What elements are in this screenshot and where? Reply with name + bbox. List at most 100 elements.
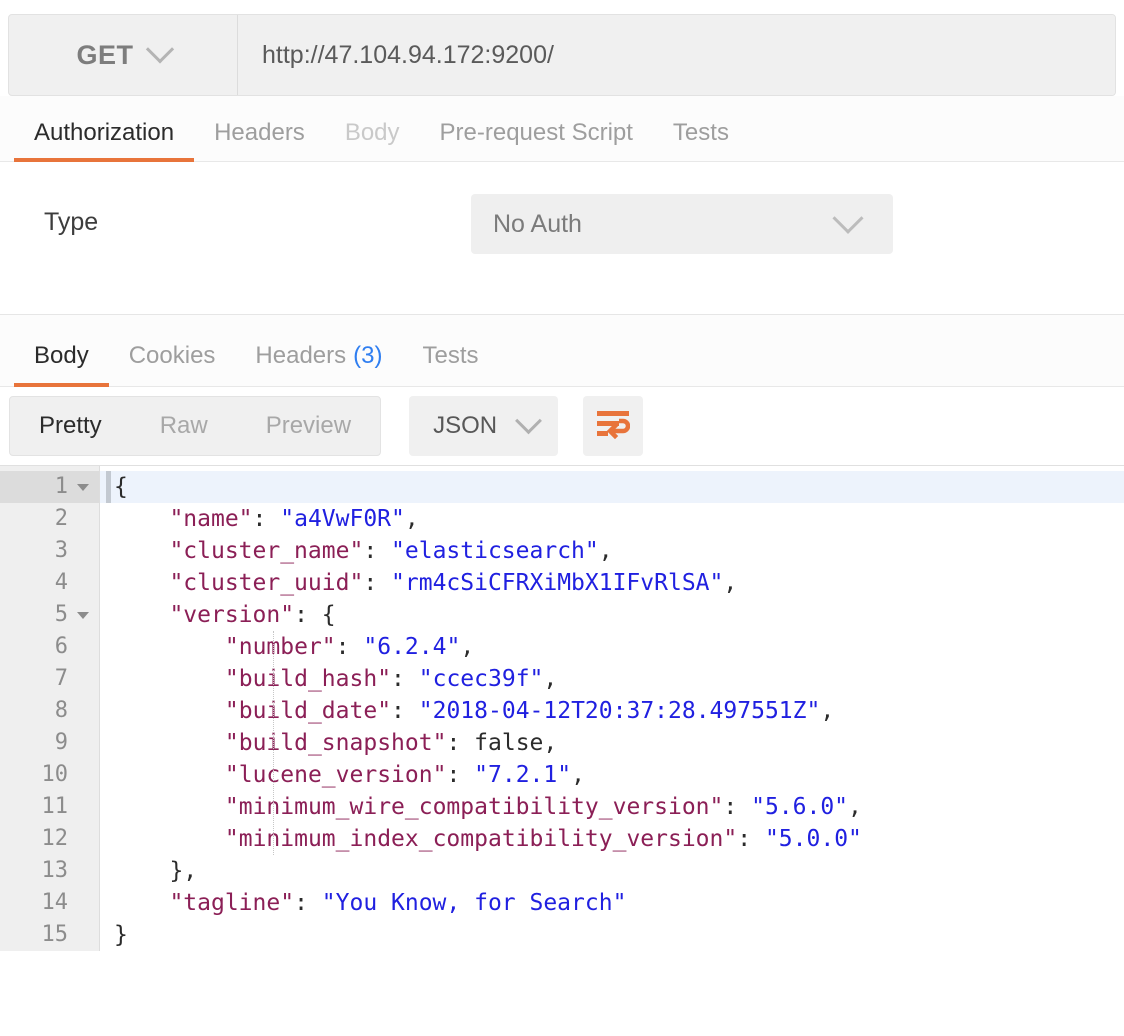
view-mode-preview[interactable]: Preview xyxy=(237,397,380,455)
response-tab-tests[interactable]: Tests xyxy=(402,342,498,386)
word-wrap-icon xyxy=(596,409,630,444)
line-number: 14 xyxy=(0,887,99,919)
response-format-select[interactable]: JSON xyxy=(409,396,558,456)
code-line: "cluster_name": "elasticsearch", xyxy=(100,535,1124,567)
line-number: 4 xyxy=(0,567,99,599)
line-number-text: 7 xyxy=(55,663,68,695)
tab-pre-request-script[interactable]: Pre-request Script xyxy=(420,119,653,161)
fold-placeholder xyxy=(77,804,89,811)
code-line: "cluster_uuid": "rm4cSiCFRXiMbX1IFvRlSA"… xyxy=(100,567,1124,599)
tab-tests-label: Tests xyxy=(673,119,729,146)
view-mode-segmented-control: Pretty Raw Preview xyxy=(9,396,381,456)
response-tabs: Body Cookies Headers (3) Tests xyxy=(0,315,1124,387)
line-number: 1 xyxy=(0,471,99,503)
line-number-text: 6 xyxy=(55,631,68,663)
line-number-text: 9 xyxy=(55,727,68,759)
fold-placeholder xyxy=(77,772,89,779)
tab-headers-label: Headers xyxy=(214,119,305,146)
code-line: "tagline": "You Know, for Search" xyxy=(100,887,1124,919)
code-content[interactable]: { "name": "a4VwF0R", "cluster_name": "el… xyxy=(100,466,1124,951)
tab-body-label: Body xyxy=(345,119,400,146)
response-tab-body-label: Body xyxy=(34,342,89,369)
chevron-down-icon xyxy=(515,407,542,434)
auth-type-value: No Auth xyxy=(493,210,837,239)
code-line: }, xyxy=(100,855,1124,887)
request-tabs: Authorization Headers Body Pre-request S… xyxy=(0,96,1124,162)
authorization-panel: Type No Auth xyxy=(0,162,1124,315)
line-number: 2 xyxy=(0,503,99,535)
fold-placeholder xyxy=(77,548,89,555)
line-number-text: 3 xyxy=(55,535,68,567)
code-line: "build_hash": "ccec39f", xyxy=(100,663,1124,695)
code-line: "build_date": "2018-04-12T20:37:28.49755… xyxy=(100,695,1124,727)
fold-placeholder xyxy=(77,644,89,651)
auth-type-select[interactable]: No Auth xyxy=(471,194,893,254)
response-tab-headers-label: Headers xyxy=(255,342,346,369)
code-line: "lucene_version": "7.2.1", xyxy=(100,759,1124,791)
line-number: 3 xyxy=(0,535,99,567)
fold-placeholder xyxy=(77,708,89,715)
tab-authorization[interactable]: Authorization xyxy=(14,119,194,161)
fold-placeholder xyxy=(77,580,89,587)
request-url-bar: GET http://47.104.94.172:9200/ xyxy=(0,0,1124,96)
line-number: 15 xyxy=(0,919,99,951)
line-number: 5 xyxy=(0,599,99,631)
line-number: 9 xyxy=(0,727,99,759)
url-text: http://47.104.94.172:9200/ xyxy=(262,41,554,70)
fold-placeholder xyxy=(77,740,89,747)
line-number-text: 4 xyxy=(55,567,68,599)
tab-pre-request-script-label: Pre-request Script xyxy=(440,119,633,146)
line-number: 8 xyxy=(0,695,99,727)
auth-type-label: Type xyxy=(44,208,98,237)
line-number-text: 1 xyxy=(55,471,68,503)
line-number-gutter: 1 2 3 4 5 6 7 8 9 10 11 12 13 14 15 xyxy=(0,466,100,951)
tab-authorization-label: Authorization xyxy=(34,119,174,146)
fold-triangle-icon[interactable] xyxy=(77,484,89,491)
response-tab-cookies[interactable]: Cookies xyxy=(109,342,236,386)
response-tab-cookies-label: Cookies xyxy=(129,342,216,369)
view-mode-pretty[interactable]: Pretty xyxy=(10,397,131,455)
fold-placeholder xyxy=(77,516,89,523)
response-body-toolbar: Pretty Raw Preview JSON xyxy=(0,387,1124,465)
view-mode-raw[interactable]: Raw xyxy=(131,397,237,455)
fold-placeholder xyxy=(77,900,89,907)
tab-headers[interactable]: Headers xyxy=(194,119,325,161)
headers-count-badge: (3) xyxy=(353,342,382,369)
word-wrap-toggle[interactable] xyxy=(583,396,643,456)
code-line: "version": { xyxy=(100,599,1124,631)
code-line: "minimum_index_compatibility_version": "… xyxy=(100,823,1124,855)
fold-placeholder xyxy=(77,868,89,875)
response-tab-tests-label: Tests xyxy=(422,342,478,369)
line-number-text: 8 xyxy=(55,695,68,727)
url-input[interactable]: http://47.104.94.172:9200/ xyxy=(238,15,1115,95)
code-line: { xyxy=(100,471,1124,503)
line-number: 10 xyxy=(0,759,99,791)
line-number-text: 2 xyxy=(55,503,68,535)
chevron-down-icon xyxy=(145,35,173,63)
code-line: "number": "6.2.4", xyxy=(100,631,1124,663)
fold-triangle-icon[interactable] xyxy=(77,612,89,619)
response-tab-headers[interactable]: Headers (3) xyxy=(235,342,402,386)
response-body-code-viewer: 1 2 3 4 5 6 7 8 9 10 11 12 13 14 15 { "n… xyxy=(0,465,1124,951)
line-number-text: 5 xyxy=(55,599,68,631)
response-tab-body[interactable]: Body xyxy=(14,342,109,386)
code-line: "minimum_wire_compatibility_version": "5… xyxy=(100,791,1124,823)
line-number-text: 10 xyxy=(42,759,69,791)
line-number: 11 xyxy=(0,791,99,823)
line-number-text: 14 xyxy=(42,887,69,919)
code-line: "build_snapshot": false, xyxy=(100,727,1124,759)
fold-placeholder xyxy=(77,676,89,683)
response-format-value: JSON xyxy=(433,412,497,440)
tab-tests[interactable]: Tests xyxy=(653,119,749,161)
indent-guide xyxy=(273,631,275,855)
http-method-selector[interactable]: GET xyxy=(9,15,238,95)
line-number-text: 13 xyxy=(42,855,69,887)
tab-body[interactable]: Body xyxy=(325,119,420,161)
fold-placeholder xyxy=(77,836,89,843)
line-number-text: 12 xyxy=(42,823,69,855)
text-cursor xyxy=(106,471,111,503)
chevron-down-icon xyxy=(832,203,863,234)
line-number: 13 xyxy=(0,855,99,887)
line-number: 7 xyxy=(0,663,99,695)
url-bar-container: GET http://47.104.94.172:9200/ xyxy=(8,14,1116,96)
